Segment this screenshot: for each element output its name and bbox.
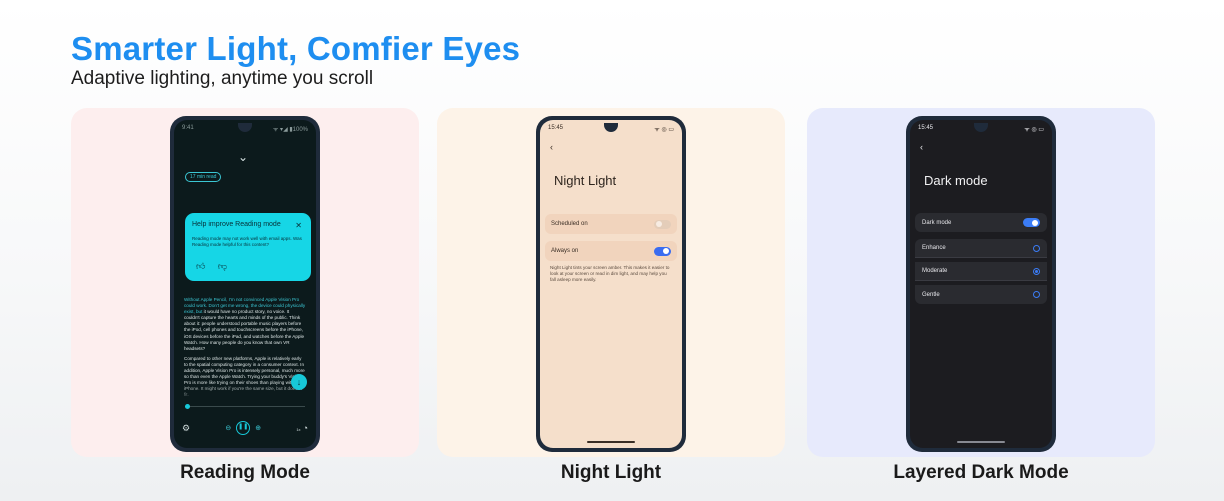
settings-page-title: Night Light xyxy=(554,173,617,188)
option-moderate[interactable]: Moderate xyxy=(915,262,1047,281)
playback-progress[interactable] xyxy=(185,404,305,409)
back-arrow-icon[interactable]: ‹ xyxy=(550,142,553,152)
status-time: 15:45 xyxy=(918,125,934,131)
phone-mockup: 15:45 ᯤ ◎ ▭ ‹ Night Light Scheduled on A… xyxy=(536,116,686,452)
status-time: 15:45 xyxy=(548,125,564,131)
rewind-icon[interactable]: ⊖ xyxy=(225,424,231,432)
gentle-radio[interactable] xyxy=(1033,291,1040,298)
status-time: 9:41 xyxy=(182,125,194,131)
status-icons: ᯤ ◎ ▭ xyxy=(1024,127,1044,133)
settings-page-title: Dark mode xyxy=(924,173,988,188)
home-indicator[interactable] xyxy=(957,441,1005,443)
scheduled-on-toggle[interactable] xyxy=(654,219,671,229)
chevron-down-icon[interactable]: ⌄ xyxy=(238,150,248,164)
option-label: Moderate xyxy=(922,268,948,274)
night-light-caption: Night Light xyxy=(560,462,662,483)
always-on-toggle[interactable] xyxy=(654,246,671,256)
reading-mode-caption: Reading Mode xyxy=(180,462,310,483)
back-arrow-icon[interactable]: ‹ xyxy=(920,142,923,152)
gear-icon[interactable]: ⚙ xyxy=(182,423,190,434)
status-icons: ᯤ ▾◢ ▮100% xyxy=(272,127,308,133)
feedback-buttons: 👍︎ 👎︎ xyxy=(196,261,237,272)
feedback-popup: Help improve Reading mode ✕ Reading mode… xyxy=(185,213,311,281)
setting-label: Dark mode xyxy=(922,219,952,226)
popup-title: Help improve Reading mode xyxy=(192,221,281,228)
close-icon[interactable]: ✕ xyxy=(295,221,302,230)
reading-mode-screen: 9:41 ᯤ ▾◢ ▮100% ⌄ 17 min read Help impro… xyxy=(174,120,316,448)
popup-body: Reading mode may not work well with emai… xyxy=(192,236,302,247)
read-time-badge: 17 min read xyxy=(185,172,222,182)
reading-mode-card: 9:41 ᯤ ▾◢ ▮100% ⌄ 17 min read Help impro… xyxy=(71,108,419,457)
forward-icon[interactable]: ⊕ xyxy=(255,424,261,432)
article-paragraph: Without Apple Pencil, I'm not convinced … xyxy=(184,297,306,352)
page-subtitle: Adaptive lighting, anytime you scroll xyxy=(71,68,374,89)
phone-mockup: 15:45 ᯤ ◎ ▭ ‹ Dark mode Dark mode Enhanc… xyxy=(906,116,1056,452)
night-light-description: Night Light tints your screen amber. Thi… xyxy=(550,265,670,283)
night-light-screen: 15:45 ᯤ ◎ ▭ ‹ Night Light Scheduled on A… xyxy=(540,120,682,448)
setting-label: Always on xyxy=(551,248,579,254)
enhance-radio[interactable] xyxy=(1033,244,1040,252)
dark-mode-row[interactable]: Dark mode xyxy=(915,213,1047,232)
pause-icon[interactable]: ❚❚ xyxy=(236,421,251,435)
progress-handle[interactable] xyxy=(185,404,191,409)
dark-mode-toggle[interactable] xyxy=(1023,218,1040,227)
night-light-card: 15:45 ᯤ ◎ ▭ ‹ Night Light Scheduled on A… xyxy=(437,108,785,457)
article-text-rest: it would have no product story, no voice… xyxy=(184,309,305,351)
option-gentle[interactable]: Gentle xyxy=(915,285,1047,304)
transport-controls: ⊖ ❚❚ ⊕ xyxy=(225,421,261,435)
speed-label: 1x xyxy=(296,427,301,432)
phone-mockup: 9:41 ᯤ ▾◢ ▮100% ⌄ 17 min read Help impro… xyxy=(170,116,320,452)
status-icons: ᯤ ◎ ▭ xyxy=(654,127,674,133)
thumbs-up-icon[interactable]: 👍︎ xyxy=(196,261,205,271)
layered-dark-mode-caption: Layered Dark Mode xyxy=(893,462,1069,483)
moderate-radio[interactable] xyxy=(1033,267,1040,275)
option-enhance[interactable]: Enhance xyxy=(915,239,1047,258)
thumbs-down-icon[interactable]: 👎︎ xyxy=(218,261,227,271)
home-indicator[interactable] xyxy=(587,441,635,443)
speed-button[interactable]: 1x ◔ xyxy=(296,423,308,433)
setting-label: Scheduled on xyxy=(551,221,588,227)
scheduled-on-row[interactable]: Scheduled on xyxy=(545,214,677,234)
option-label: Gentle xyxy=(922,291,940,298)
dark-mode-screen: 15:45 ᯤ ◎ ▭ ‹ Dark mode Dark mode Enhanc… xyxy=(910,120,1052,448)
arrow-down-icon[interactable]: ↓ xyxy=(291,374,307,390)
page-title: Smarter Light, Comfier Eyes xyxy=(71,30,521,67)
speed-gauge-icon: ◔ xyxy=(302,423,308,433)
option-label: Enhance xyxy=(922,245,946,251)
player-controls: ⚙ ⊖ ❚❚ ⊕ 1x ◔ xyxy=(182,421,308,435)
always-on-row[interactable]: Always on xyxy=(545,241,677,261)
dark-mode-card: 15:45 ᯤ ◎ ▭ ‹ Dark mode Dark mode Enhanc… xyxy=(807,108,1155,457)
